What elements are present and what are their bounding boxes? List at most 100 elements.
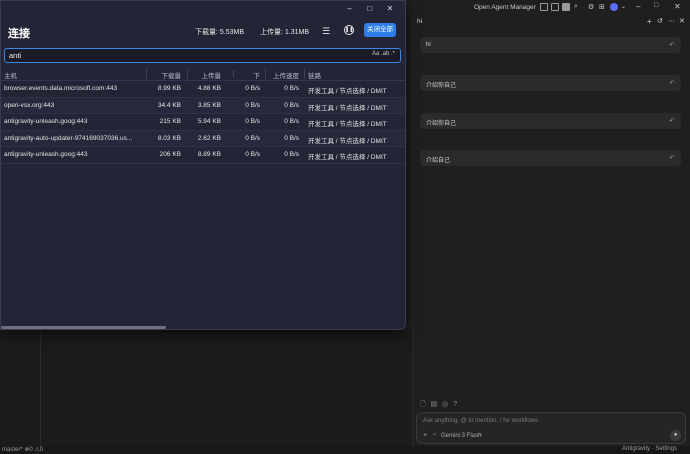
- maximize-icon[interactable]: □: [654, 2, 658, 9]
- user-message[interactable]: 介绍自己 ↶: [420, 150, 681, 166]
- user-message[interactable]: 介绍你自己 ↶: [420, 75, 681, 91]
- close-all-button[interactable]: 关闭全部: [364, 23, 396, 37]
- cell-upload-speed: 0 B/s: [284, 85, 299, 92]
- attach-icon[interactable]: +: [423, 432, 427, 439]
- revert-icon[interactable]: ↶: [669, 154, 675, 162]
- agent-panel: [412, 0, 690, 446]
- search-input[interactable]: anti: [4, 48, 401, 63]
- terminal-icon[interactable]: ▤: [431, 401, 438, 408]
- extensions-icon[interactable]: ⊞: [599, 3, 605, 11]
- agent-window-title[interactable]: Open Agent Manager: [474, 4, 536, 11]
- column-header-host[interactable]: 主机: [4, 70, 141, 80]
- column-header-download[interactable]: 下载量: [141, 70, 182, 80]
- table-row[interactable]: browser.events.data.microsoft.com:443 8.…: [1, 81, 405, 98]
- chat-input[interactable]: Ask anything, @ to mention, / for workfl…: [416, 412, 686, 444]
- cell-host: antigravity-unleash.goog:443: [4, 151, 88, 158]
- user-message[interactable]: 介绍你自己 ↶: [420, 113, 681, 129]
- menu-icon[interactable]: ☰: [322, 26, 330, 37]
- cell-upload: 2.62 KB: [197, 134, 221, 142]
- search-options[interactable]: Aa .ab .*: [372, 51, 395, 57]
- chat-toolbar: 🗋 ▤ ◎ ?: [420, 400, 457, 411]
- sidebar-left-icon[interactable]: [551, 3, 559, 11]
- minimize-icon[interactable]: –: [341, 4, 359, 13]
- horizontal-scrollbar[interactable]: [1, 326, 166, 329]
- more-icon[interactable]: ⋯: [668, 17, 675, 25]
- cell-download-speed: 0 B/s: [245, 134, 260, 142]
- page-title: 连接: [8, 28, 30, 40]
- message-text: hi: [426, 42, 431, 48]
- cell-host: antigravity-auto-updater-974169037036.us…: [4, 134, 133, 142]
- cell-download: 8.03 KB: [157, 134, 181, 142]
- cell-upload-speed: 0 B/s: [284, 151, 299, 158]
- chat-header: hi + ↺ ⋯ ✕: [412, 14, 690, 28]
- cell-download-speed: 0 B/s: [245, 85, 260, 92]
- revert-icon[interactable]: ↶: [669, 41, 675, 49]
- revert-icon[interactable]: ↶: [669, 117, 675, 125]
- cell-download: 215 KB: [159, 118, 181, 125]
- cell-download: 8.99 KB: [157, 85, 181, 92]
- cell-rule: 开发工具 / 节点选择 / DMIT: [308, 121, 387, 128]
- close-icon[interactable]: ✕: [674, 2, 681, 11]
- window-controls: – □ ✕: [341, 4, 399, 13]
- cell-upload: 3.85 KB: [197, 101, 221, 109]
- cell-download-speed: 0 B/s: [245, 101, 260, 109]
- avatar[interactable]: [610, 3, 618, 11]
- close-icon[interactable]: ✕: [381, 4, 399, 13]
- table-row[interactable]: open-vsx.org:443 34.4 KB 3.85 KB 0 B/s 0…: [1, 97, 405, 114]
- maximize-icon[interactable]: □: [361, 4, 379, 13]
- history-icon[interactable]: ↺: [657, 17, 663, 25]
- model-selector[interactable]: Gemini 3 Flash: [441, 433, 481, 439]
- cell-host: open-vsx.org:443: [4, 101, 55, 109]
- column-header-upload[interactable]: 上传量: [181, 70, 222, 80]
- revert-icon[interactable]: ↶: [669, 79, 675, 87]
- cell-upload-speed: 0 B/s: [284, 101, 299, 109]
- table-header: 主机 下载量 上传量 ⋮ 下 上传速度 链路: [1, 67, 405, 81]
- status-left[interactable]: master* ⊗0 ⚠0: [2, 446, 43, 453]
- mode-chevron-icon[interactable]: ⌃: [432, 433, 437, 440]
- pause-icon[interactable]: ❚❚: [344, 25, 354, 35]
- minimize-icon[interactable]: –: [636, 2, 640, 11]
- cell-download-speed: 0 B/s: [245, 118, 260, 125]
- column-divider[interactable]: [304, 69, 305, 79]
- cell-upload-speed: 0 B/s: [284, 118, 299, 125]
- table-row[interactable]: antigravity-unleash.goog:443 215 KB 5.94…: [1, 114, 405, 131]
- table-row[interactable]: antigravity-unleash.goog:443 206 KB 8.89…: [1, 147, 405, 164]
- column-header-rule[interactable]: 链路: [308, 70, 405, 80]
- column-header-download-speed[interactable]: 下: [237, 70, 261, 80]
- message-text: 介绍你自己: [426, 83, 457, 89]
- cell-download: 34.4 KB: [157, 101, 181, 109]
- cell-upload-speed: 0 B/s: [284, 134, 299, 142]
- cell-download: 206 KB: [159, 151, 181, 158]
- connections-table: 主机 下载量 上传量 ⋮ 下 上传速度 链路 browser.events.da…: [1, 67, 405, 164]
- help-icon[interactable]: ?: [453, 401, 457, 408]
- model-chevron-icon[interactable]: ⌃: [478, 433, 483, 440]
- search-icon[interactable]: ⌕: [574, 3, 578, 11]
- editor-lower-area: [0, 330, 412, 446]
- upload-total: 上传量: 1.31MB: [260, 29, 310, 36]
- cell-rule: 开发工具 / 节点选择 / DMIT: [308, 154, 387, 161]
- cell-rule: 开发工具 / 节点选择 / DMIT: [308, 137, 387, 145]
- microphone-icon[interactable]: ●: [670, 430, 681, 441]
- settings-icon[interactable]: ⚙: [588, 3, 594, 11]
- globe-icon[interactable]: ◎: [442, 401, 448, 408]
- column-header-upload-speed[interactable]: 上传速度: [261, 70, 299, 80]
- file-icon[interactable]: 🗋: [420, 401, 426, 408]
- sidebar-right-icon[interactable]: [562, 3, 570, 11]
- table-row[interactable]: antigravity-auto-updater-974169037036.us…: [1, 130, 405, 147]
- user-message[interactable]: hi ↶: [420, 37, 681, 53]
- layout-icon[interactable]: [540, 3, 548, 11]
- chat-placeholder[interactable]: Ask anything, @ to mention, / for workfl…: [423, 418, 538, 424]
- status-right[interactable]: Antigravity · Settings: [622, 446, 677, 452]
- message-text: 介绍自己: [426, 158, 451, 164]
- chevron-down-icon[interactable]: ⌄: [621, 3, 626, 10]
- status-bar: master* ⊗0 ⚠0 Antigravity · Settings: [0, 446, 690, 454]
- new-chat-icon[interactable]: +: [647, 17, 652, 26]
- agent-title-bar: Open Agent Manager ⌕ ⚙ ⊞ ⌄ – □ ✕: [412, 0, 690, 14]
- cell-upload: 4.88 KB: [197, 85, 221, 92]
- close-chat-icon[interactable]: ✕: [679, 17, 685, 25]
- message-text: 介绍你自己: [426, 121, 457, 127]
- column-menu-icon[interactable]: ⋮: [230, 70, 236, 78]
- chat-title: hi: [417, 18, 423, 25]
- cell-rule: 开发工具 / 节点选择 / DMIT: [308, 88, 387, 95]
- cell-upload: 8.89 KB: [197, 151, 221, 158]
